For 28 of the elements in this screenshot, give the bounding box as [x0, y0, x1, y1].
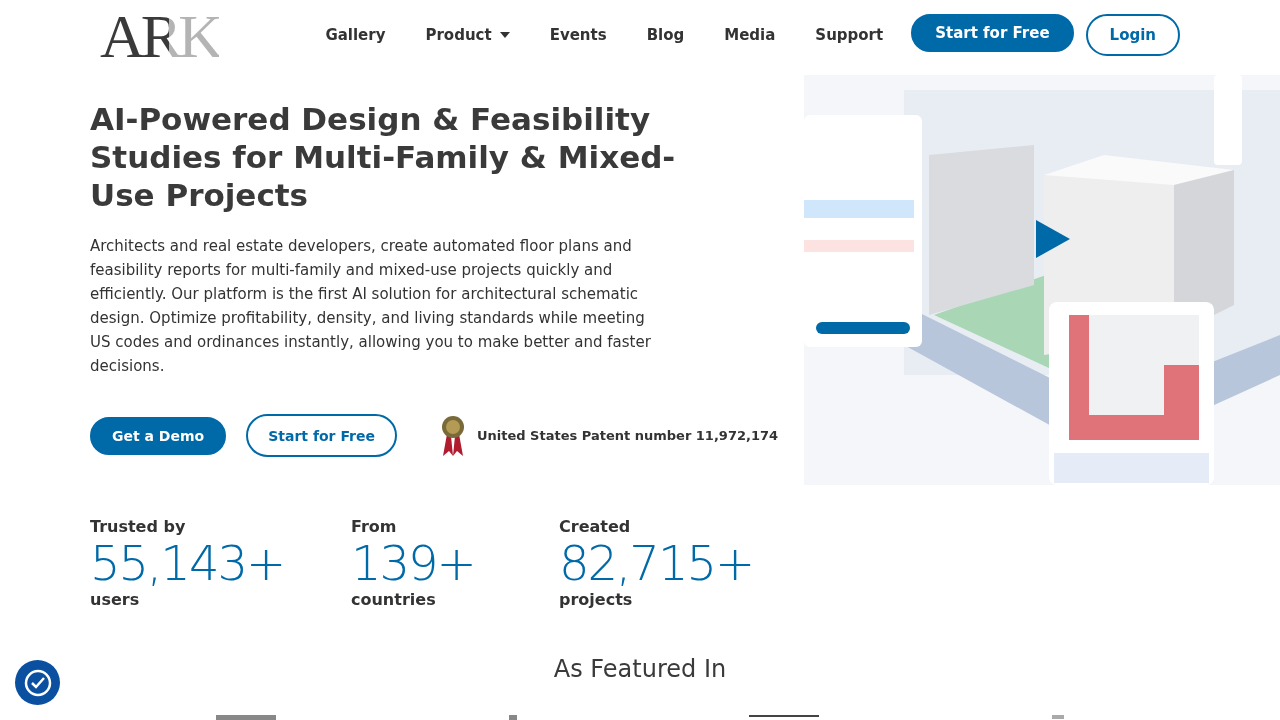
stat-value: 82,715+: [559, 536, 754, 590]
stat-label: Created: [559, 517, 632, 536]
accessibility-icon: [22, 667, 53, 698]
stat-label: Trusted by: [90, 517, 187, 536]
demo-button[interactable]: Get a Demo: [90, 416, 227, 455]
stat-unit: projects: [559, 590, 634, 609]
nav-link[interactable]: Events: [549, 26, 607, 44]
start-button[interactable]: Start for Free: [246, 414, 397, 457]
stat-value: 55,143+: [90, 536, 286, 590]
nav-link[interactable]: Blog: [646, 26, 685, 44]
award-ribbon-icon: [440, 415, 465, 456]
start-button[interactable]: Start for Free: [911, 14, 1074, 52]
stat-unit: countries: [351, 590, 437, 609]
caret-icon: [499, 32, 510, 38]
nav-link[interactable]: Support: [815, 26, 884, 44]
nav-link[interactable]: Gallery: [325, 26, 386, 44]
hero-title: AI-Powered Design & Feasibility Studies for Multi-Family & Mixed-Use Projects: [90, 100, 677, 214]
stat-unit: users: [90, 590, 141, 609]
nav-link[interactable]: Product: [425, 26, 510, 44]
patent-text: United States Patent number 11,972,174: [476, 428, 779, 443]
hero-description: Architects and real estate developers, create automated floor plans and feasibility reports for multi-family and mixed-use projects quickly and efficiently. Our platform is the first AI solution for architectural schematic design. Optimize profitability, density, and living standards while meeting US codes and ordinances instantly, allowing you to make better and faster decisions.: [90, 236, 652, 377]
play-icon[interactable]: [1036, 220, 1070, 258]
accessibility-button[interactable]: [15, 660, 60, 705]
stat-value: 139+: [351, 536, 476, 590]
nav-link[interactable]: Media: [724, 26, 776, 44]
section-title: As Featured In: [553, 655, 727, 683]
login-button[interactable]: Login: [1085, 14, 1180, 56]
stat-label: From: [351, 517, 398, 536]
